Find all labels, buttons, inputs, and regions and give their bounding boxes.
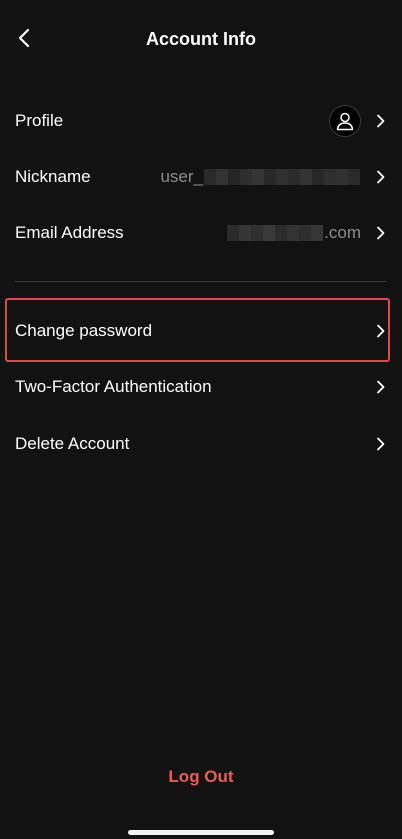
nickname-label: Nickname	[15, 167, 91, 186]
user-icon	[336, 112, 354, 131]
chevron-right-icon	[373, 114, 387, 128]
page-title: Account Info	[146, 29, 256, 49]
account-info-screen: Account Info Profile Nickname user_ Emai…	[0, 0, 402, 839]
two-factor-label: Two-Factor Authentication	[15, 377, 212, 396]
email-row[interactable]: Email Address .com	[0, 205, 402, 261]
chevron-right-icon	[373, 226, 387, 240]
profile-label: Profile	[15, 111, 64, 130]
profile-right	[329, 105, 387, 137]
nickname-row[interactable]: Nickname user_	[0, 149, 402, 205]
nickname-right: user_	[160, 167, 387, 187]
redacted-block	[227, 225, 324, 241]
nickname-value-prefix: user_	[160, 167, 203, 186]
change-password-row[interactable]: Change password	[0, 303, 402, 359]
chevron-right-icon	[373, 380, 387, 394]
email-right: .com	[226, 223, 387, 243]
change-password-label: Change password	[15, 321, 153, 340]
delete-account-row[interactable]: Delete Account	[0, 416, 402, 472]
home-indicator	[128, 830, 274, 835]
chevron-right-icon	[373, 437, 387, 451]
nav-header: Account Info	[0, 0, 402, 76]
redacted-block	[204, 169, 360, 185]
nickname-value: user_	[160, 167, 361, 187]
chevron-right-icon	[373, 324, 387, 338]
delete-account-label: Delete Account	[15, 434, 130, 453]
section-divider	[15, 281, 387, 282]
change-password-right	[367, 324, 387, 338]
profile-row[interactable]: Profile	[0, 93, 402, 149]
logout-button[interactable]: Log Out	[0, 766, 402, 788]
chevron-right-icon	[373, 170, 387, 184]
two-factor-row[interactable]: Two-Factor Authentication	[0, 359, 402, 415]
delete-account-right	[367, 437, 387, 451]
email-label: Email Address	[15, 223, 124, 242]
email-value-suffix: .com	[324, 223, 361, 242]
email-value: .com	[226, 223, 361, 243]
two-factor-right	[367, 380, 387, 394]
avatar	[329, 105, 361, 137]
